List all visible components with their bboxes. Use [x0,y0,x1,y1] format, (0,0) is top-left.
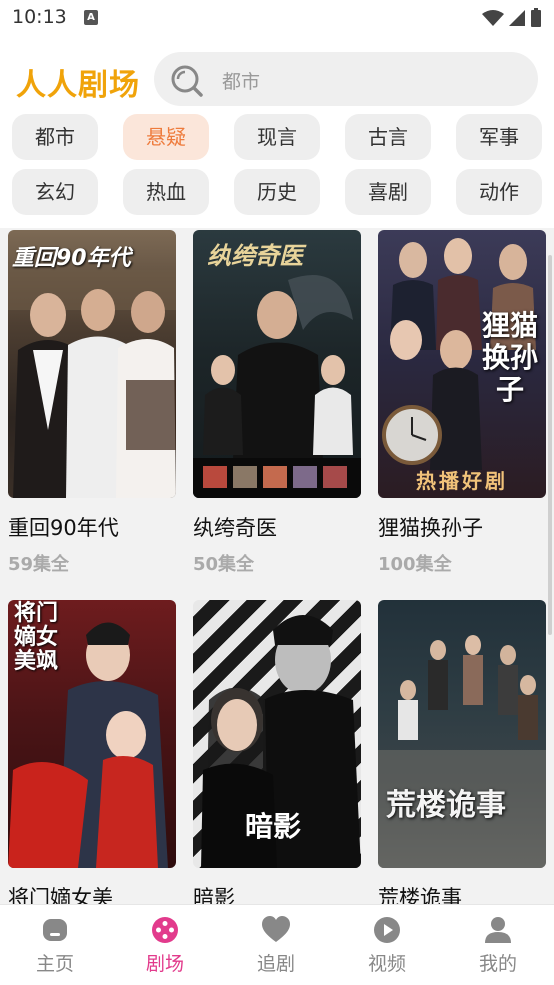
show-card[interactable]: 纨绔奇医 纨绔奇医 50集全 [193,230,361,576]
nav-label: 视频 [367,953,406,975]
app-header: 人人剧场 都市 [0,38,554,110]
show-card[interactable]: 重回90年代 重回90年代 59集全 [8,230,176,576]
show-card[interactable]: 荒楼诡事 荒楼诡事 [378,600,546,904]
episode-count: 50集全 [193,554,255,575]
show-poster[interactable]: 纨绔奇医 [193,230,361,498]
show-title: 荒楼诡事 [378,886,462,904]
status-time: 10:13 [12,6,67,28]
show-title: 将门嫡女美 [8,886,113,904]
category-filter: 都市 悬疑 现言 古言 军事 玄幻 热血 历史 喜剧 动作 [0,110,554,228]
poster-title: 重回90年代 [12,246,131,271]
app-title: 人人剧场 [16,68,140,103]
show-card[interactable]: 将门嫡女美飒 将门嫡女美 [8,600,176,904]
poster-title: 狸猫换孙子 [481,309,538,406]
show-grid: 重回90年代 重回90年代 59集全 纨绔奇医 纨绔奇医 50集全 狸猫换孙子 … [0,228,554,904]
show-poster[interactable]: 暗影 [193,600,361,868]
show-title: 暗影 [193,886,235,904]
category-chip[interactable]: 军事 [456,114,542,160]
nav-home[interactable]: 主页 [0,915,110,976]
show-poster[interactable]: 荒楼诡事 [378,600,546,868]
notification-icon: A [84,10,98,25]
poster-title: 荒楼诡事 [386,788,506,823]
nav-label: 主页 [35,953,74,975]
nav-following[interactable]: 追剧 [221,915,331,976]
episode-count: 59集全 [8,554,70,575]
category-chip[interactable]: 古言 [345,114,431,160]
poster-banner: 热播好剧 [416,469,508,493]
show-title: 重回90年代 [8,516,119,540]
poster-title: 暗影 [245,810,302,843]
wifi-icon [482,10,504,26]
show-title: 狸猫换孙子 [378,516,483,540]
show-poster[interactable]: 将门嫡女美飒 [8,600,176,868]
nav-profile[interactable]: 我的 [443,915,553,976]
scrollbar[interactable] [548,255,552,635]
category-chip[interactable]: 热血 [123,169,209,215]
search-input[interactable]: 都市 [222,67,260,94]
show-poster[interactable]: 重回90年代 [8,230,176,498]
nav-theater[interactable]: 剧场 [110,915,220,976]
poster-title: 纨绔奇医 [207,242,303,270]
category-chip[interactable]: 喜剧 [345,169,431,215]
system-icons [482,8,542,28]
episode-count: 100集全 [378,554,452,575]
battery-icon [531,8,541,27]
category-chip[interactable]: 玄幻 [12,169,98,215]
status-bar: 10:13 A [0,0,554,38]
poster-title: 将门嫡女美飒 [14,601,59,674]
nav-label: 剧场 [145,953,184,975]
category-chip[interactable]: 历史 [234,169,320,215]
signal-icon [509,10,525,26]
bottom-navigation: 主页 剧场 追剧 视频 我的 [0,904,554,985]
show-title: 纨绔奇医 [193,516,277,540]
category-chip[interactable]: 都市 [12,114,98,160]
show-poster[interactable]: 狸猫换孙子 热播好剧 [378,230,546,498]
nav-label: 追剧 [256,953,295,975]
search-bar[interactable]: 都市 [154,52,538,106]
nav-video[interactable]: 视频 [332,915,442,976]
show-card[interactable]: 暗影 暗影 [193,600,361,904]
category-chip-active[interactable]: 悬疑 [123,114,209,160]
category-chip[interactable]: 动作 [456,169,542,215]
play-icon [374,917,400,943]
poster-art [378,635,546,868]
show-card[interactable]: 狸猫换孙子 热播好剧 狸猫换孙子 100集全 [378,230,546,576]
heart-icon [262,916,290,942]
profile-icon [485,917,511,943]
category-chip[interactable]: 现言 [234,114,320,160]
nav-label: 我的 [478,953,517,975]
search-icon [171,65,203,97]
theater-icon [152,917,178,943]
home-icon [43,919,67,941]
